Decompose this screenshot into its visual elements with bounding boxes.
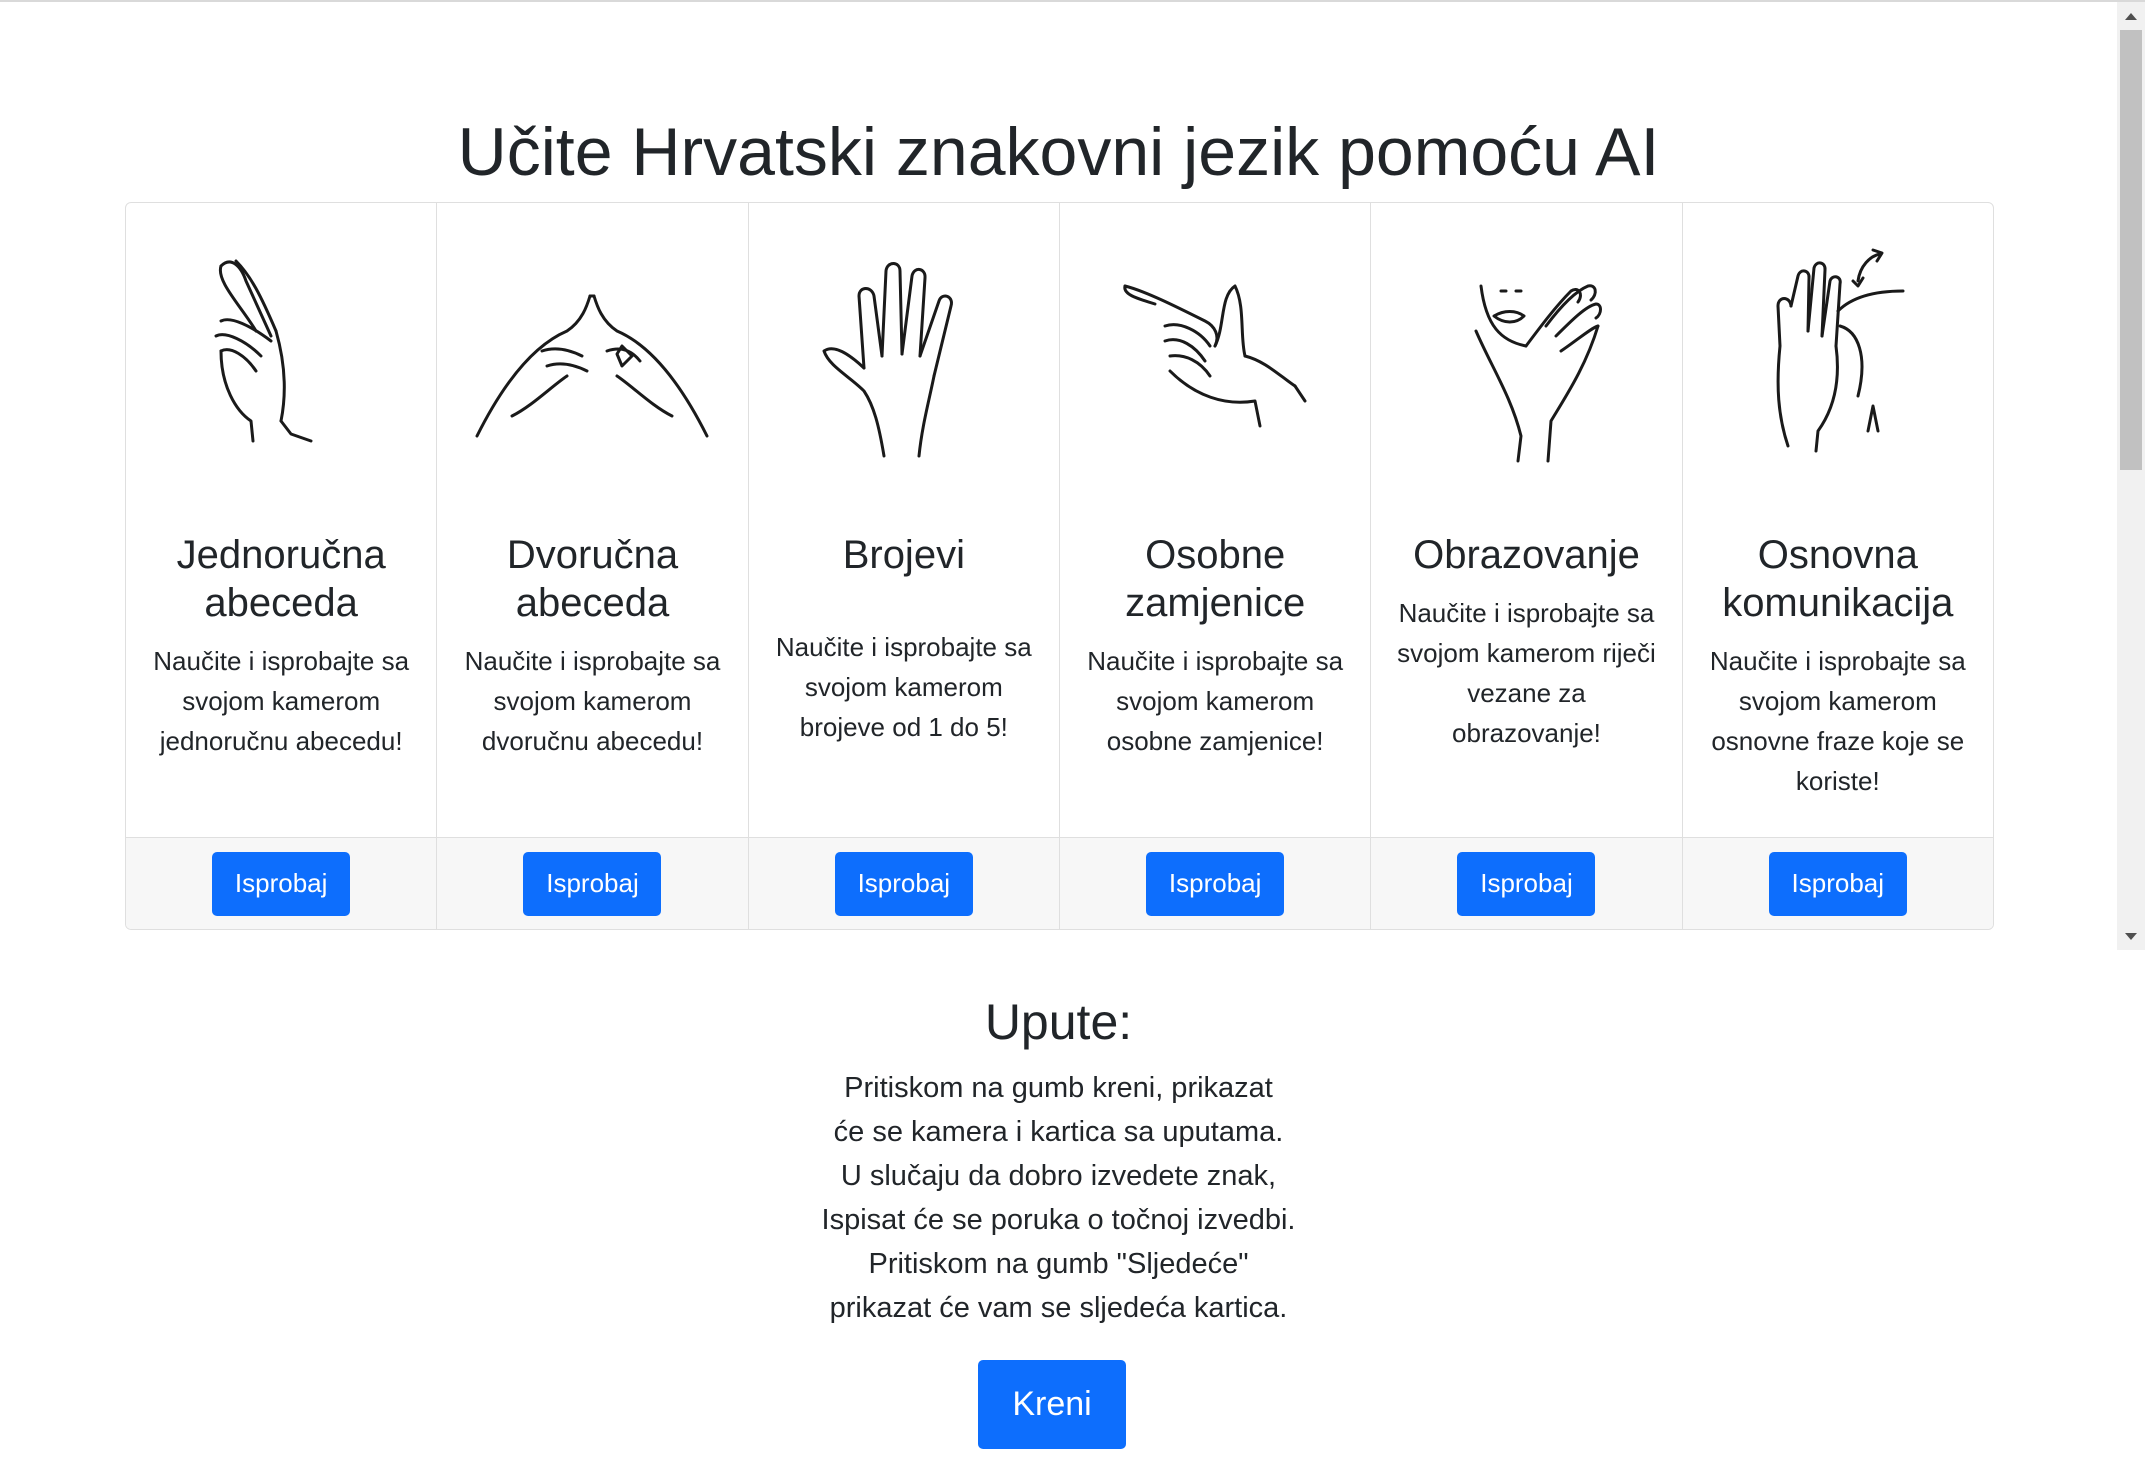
page-title: Učite Hrvatski znakovni jezik pomoću AI	[457, 114, 1660, 190]
card-text: Naučite i isprobajte sa svojom kamerom j…	[153, 646, 410, 756]
card-footer: Isprobaj	[437, 837, 748, 929]
pointing-hands-icon	[1060, 231, 1370, 481]
card-title: Osobne zamjenice	[1125, 533, 1306, 625]
card-footer: Isprobaj	[1371, 837, 1682, 929]
isprobaj-button-dvorucna-abeceda[interactable]: Isprobaj	[523, 851, 662, 916]
scroll-up-arrow-icon[interactable]	[2117, 2, 2145, 30]
card-title: Osnovna komunikacija	[1722, 533, 1954, 625]
instructions-title: Upute:	[984, 994, 1133, 1050]
card-footer: Isprobaj	[1059, 837, 1371, 929]
card-obrazovanje: Obrazovanje Naučite i isprobajte sa svoj…	[1371, 203, 1683, 929]
card-jednorucna-abeceda: Jednoručna abeceda Naučite i isprobajte …	[126, 203, 438, 929]
gesture-arrow-hand-icon	[1683, 231, 1993, 481]
instructions-line: će se kamera i kartica sa uputama.	[833, 1116, 1284, 1148]
card-brojevi: Brojevi Naučite i isprobajte sa svojom k…	[748, 203, 1060, 929]
card-title: Jednoručna abeceda	[176, 533, 386, 625]
window-top-border	[0, 0, 2145, 2]
card-text: Naučite i isprobajte sa svojom kamerom r…	[1397, 598, 1656, 748]
card-footer: Isprobaj	[1682, 837, 1993, 929]
card-osobne-zamjenice: Osobne zamjenice Naučite i isprobajte sa…	[1059, 203, 1372, 929]
instructions-section: Upute: Pritiskom na gumb kreni, prikazat…	[0, 992, 2117, 1330]
isprobaj-button-brojevi[interactable]: Isprobaj	[834, 851, 973, 916]
card-dvorucna-abeceda: Dvoručna abeceda Naučite i isprobajte sa…	[437, 203, 749, 929]
kreni-button[interactable]: Kreni	[978, 1360, 1126, 1449]
isprobaj-button-obrazovanje[interactable]: Isprobaj	[1457, 851, 1596, 916]
hand-on-chin-icon	[1371, 231, 1681, 481]
open-hand-numbers-icon	[749, 231, 1059, 481]
instructions-line: U slučaju da dobro izvedete znak,	[840, 1160, 1277, 1192]
one-hand-alphabet-icon	[126, 231, 436, 481]
card-footer: Isprobaj	[748, 837, 1059, 929]
two-hand-alphabet-icon	[437, 231, 747, 481]
isprobaj-button-osnovna-komunikacija[interactable]: Isprobaj	[1768, 851, 1907, 916]
card-footer: Isprobaj	[126, 837, 437, 929]
category-card-group: Jednoručna abeceda Naučite i isprobajte …	[125, 202, 1994, 930]
card-text: Naučite i isprobajte sa svojom kamerom o…	[1087, 646, 1344, 756]
instructions-line: Pritiskom na gumb kreni, prikazat	[844, 1072, 1273, 1104]
card-title: Brojevi	[842, 533, 965, 577]
card-title: Obrazovanje	[1413, 533, 1640, 577]
card-text: Naučite i isprobajte sa svojom kamerom b…	[775, 632, 1032, 742]
isprobaj-button-jednorucna-abeceda[interactable]: Isprobaj	[212, 851, 351, 916]
card-text: Naučite i isprobajte sa svojom kamerom o…	[1709, 646, 1966, 796]
isprobaj-button-osobne-zamjenice[interactable]: Isprobaj	[1146, 851, 1285, 916]
instructions-line: Ispisat će se poruka o točnoj izvedbi.	[821, 1204, 1296, 1236]
card-text: Naučite i isprobajte sa svojom kamerom d…	[464, 646, 721, 756]
vertical-scrollbar[interactable]	[2117, 2, 2145, 950]
scrollbar-thumb[interactable]	[2120, 30, 2142, 470]
card-title: Dvoručna abeceda	[506, 533, 679, 625]
instructions-line: prikazat će vam se sljedeća kartica.	[829, 1292, 1288, 1324]
scroll-down-arrow-icon[interactable]	[2117, 922, 2145, 950]
card-osnovna-komunikacija: Osnovna komunikacija Naučite i isprobajt…	[1682, 203, 1993, 929]
instructions-line: Pritiskom na gumb "Sljedeće"	[868, 1248, 1249, 1280]
